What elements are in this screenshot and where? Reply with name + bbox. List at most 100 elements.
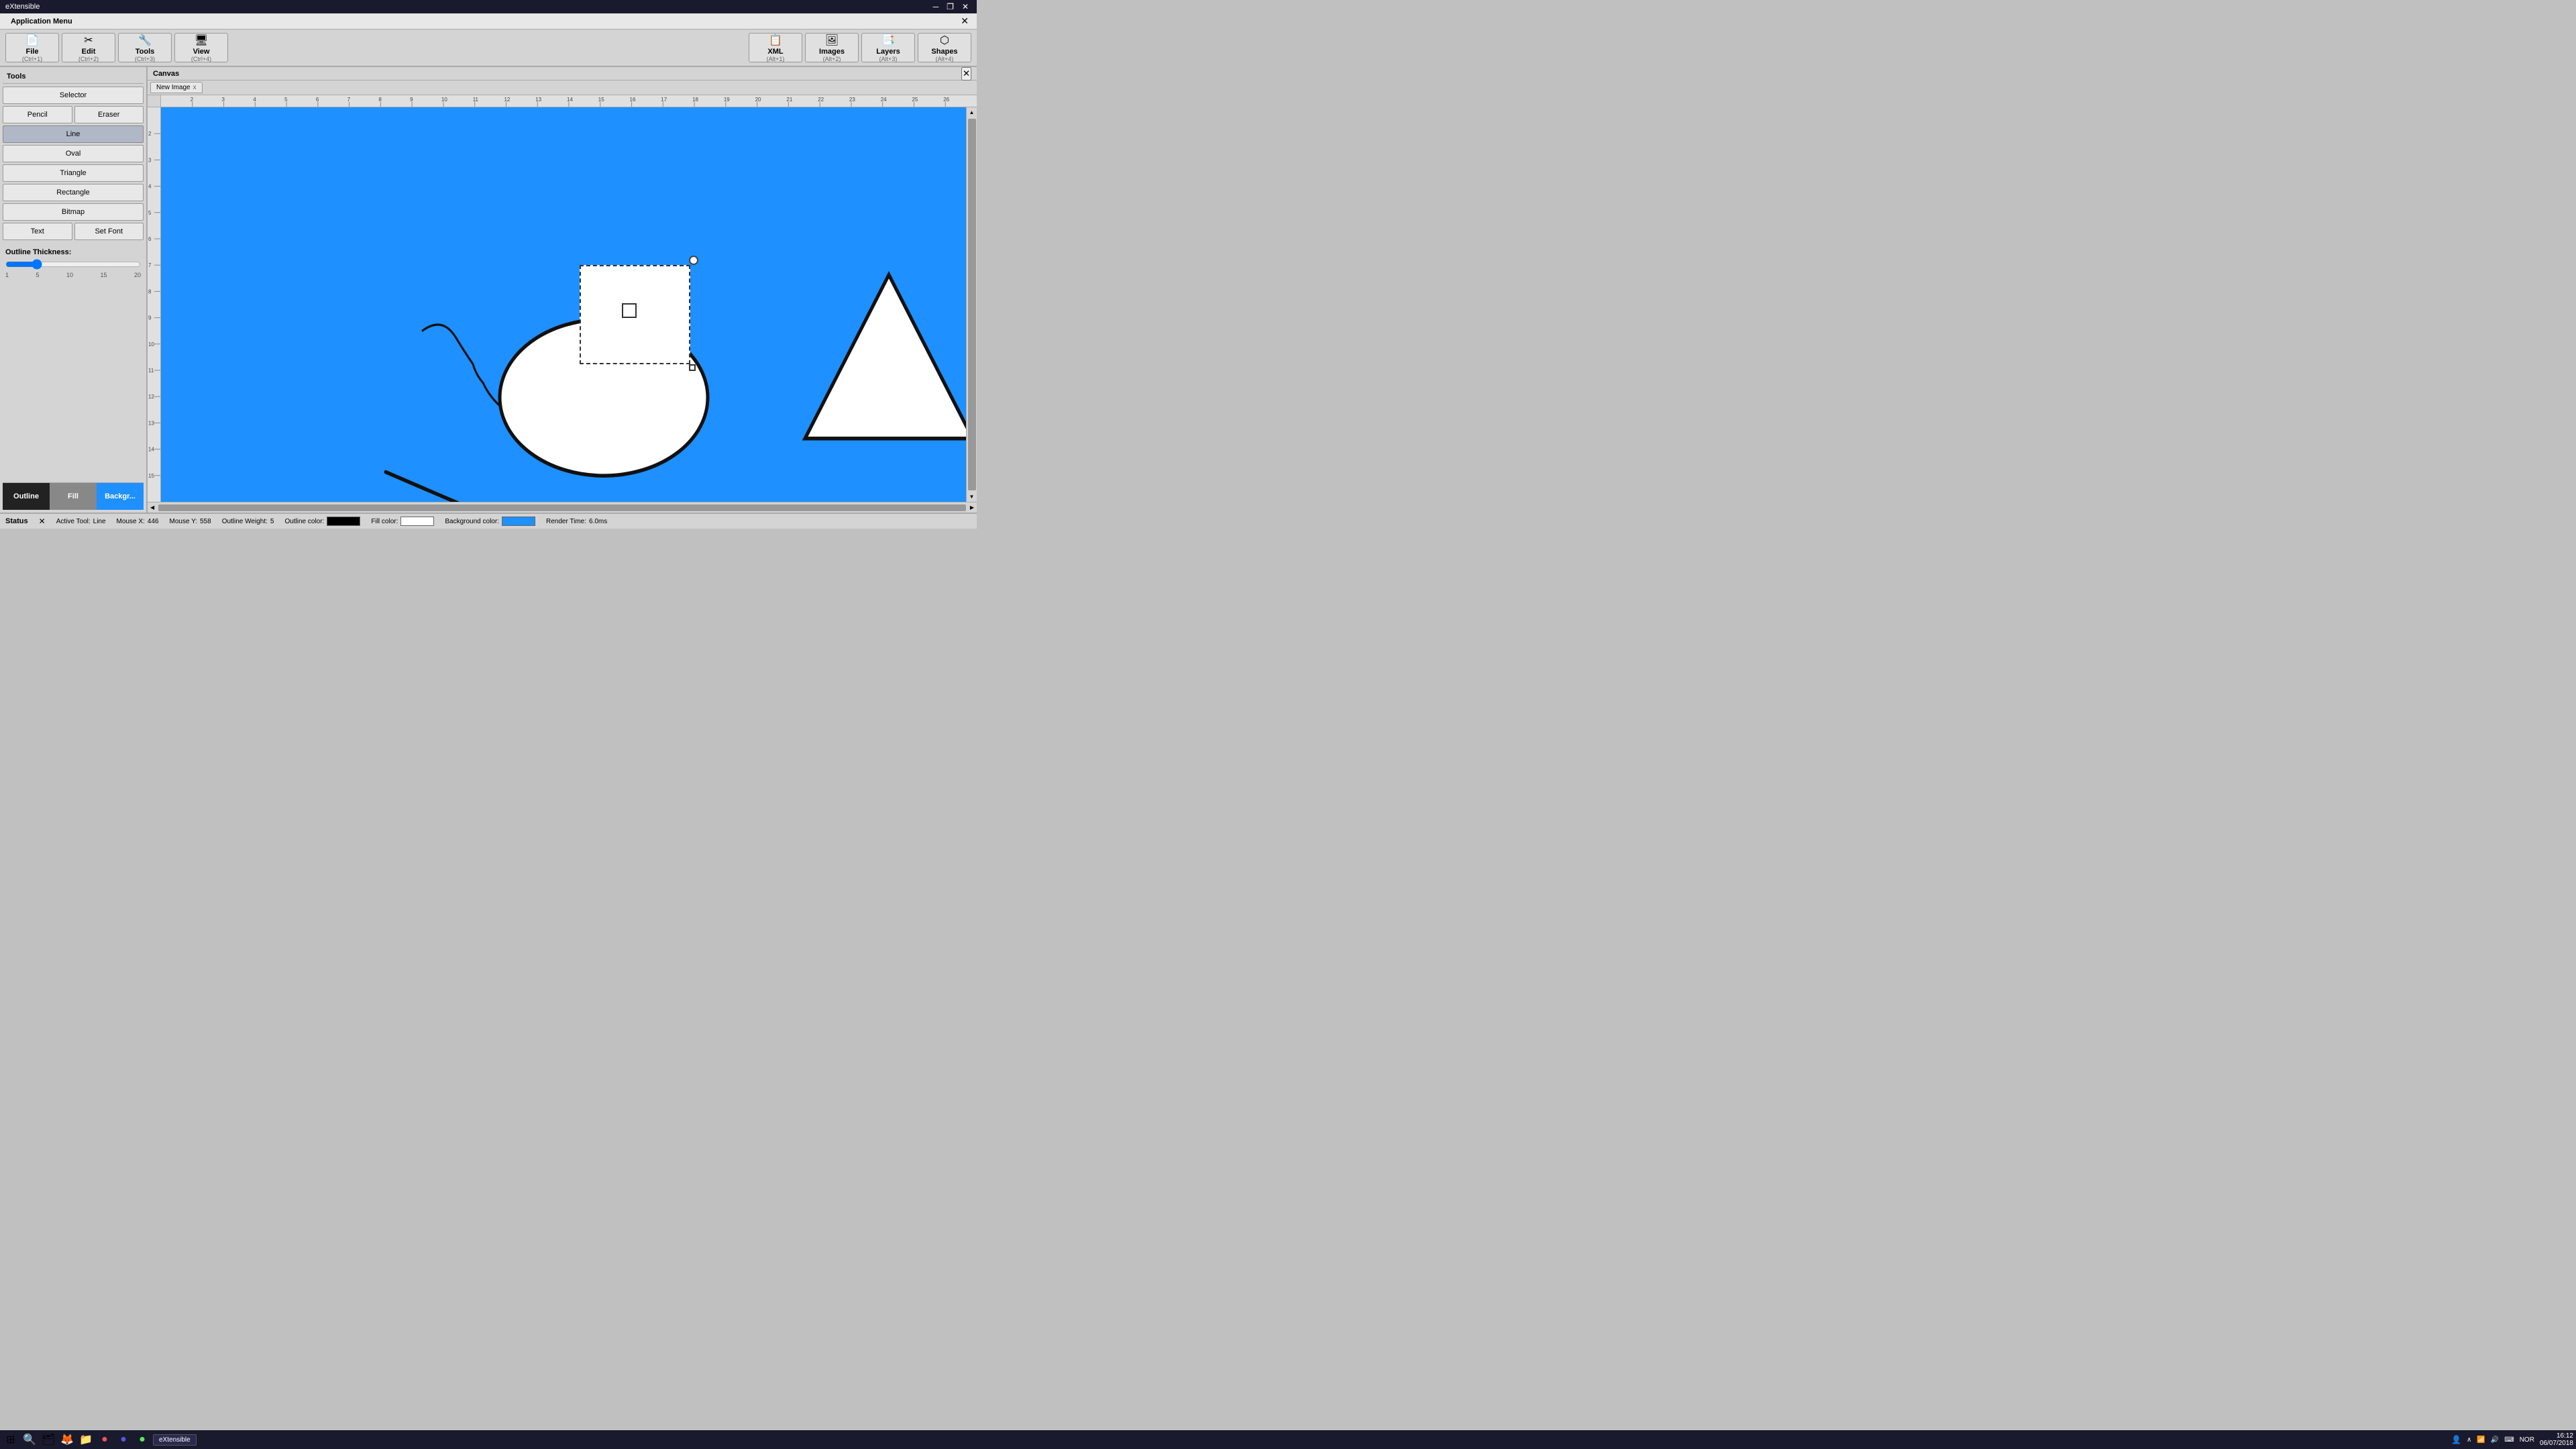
start-button[interactable]: ⊞: [3, 1432, 19, 1448]
task-view-icon[interactable]: 🗂: [40, 1432, 56, 1448]
fill-color-label: Fill color:: [371, 518, 398, 525]
svg-text:4: 4: [253, 97, 256, 103]
shapes-button[interactable]: ⬡ Shapes (Alt+4): [918, 33, 971, 62]
outline-thickness-slider[interactable]: [5, 259, 141, 270]
outline-color-item: Outline color:: [284, 517, 360, 526]
svg-text:4: 4: [148, 184, 152, 190]
svg-text:10: 10: [148, 341, 154, 347]
file-label: File: [26, 48, 39, 56]
canvas-viewport[interactable]: Hallelujah: [161, 107, 966, 502]
bg-color-label: Background color:: [445, 518, 499, 525]
right-scrollbar[interactable]: ▲ ▼: [966, 107, 977, 502]
outline-color-label: Outline color:: [284, 518, 324, 525]
scroll-up-arrow[interactable]: ▲: [967, 107, 977, 117]
menu-left: Application Menu: [5, 16, 78, 27]
scroll-down-arrow[interactable]: ▼: [967, 492, 977, 502]
firefox-icon[interactable]: 🦊: [59, 1432, 75, 1448]
app-icon-red[interactable]: ●: [97, 1432, 113, 1448]
bg-color-swatch: [502, 517, 535, 526]
svg-text:16: 16: [630, 97, 636, 103]
taskbar-right: 👤 ∧ 📶 🔊 ⌨ NOR 16:12 06/07/2018: [2451, 1432, 2573, 1447]
edit-shortcut: (Ctrl+2): [78, 56, 99, 62]
bg-color-item: Background color:: [445, 517, 535, 526]
canvas-area: Canvas ✕ New Image x 2345678910111213141…: [148, 67, 977, 513]
extensible-taskbar-app[interactable]: eXtensible: [153, 1434, 197, 1446]
oval-tool[interactable]: Oval: [3, 145, 144, 162]
taskbar-clock[interactable]: 16:12 06/07/2018: [2540, 1432, 2573, 1447]
layers-button[interactable]: 📑 Layers (Alt+3): [861, 33, 915, 62]
svg-text:12: 12: [504, 97, 510, 103]
edit-icon: ✂: [84, 34, 93, 47]
text-tool[interactable]: Text: [3, 223, 72, 240]
tools-button[interactable]: 🔧 Tools (Ctrl+3): [118, 33, 172, 62]
close-button[interactable]: ✕: [959, 2, 971, 11]
svg-text:18: 18: [692, 97, 698, 103]
canvas-close-button[interactable]: ✕: [961, 67, 971, 80]
scroll-thumb-vertical[interactable]: [968, 119, 976, 490]
edit-button[interactable]: ✂ Edit (Ctrl+2): [62, 33, 115, 62]
triangle-tool[interactable]: Triangle: [3, 164, 144, 182]
statusbar: Status ✕ Active Tool: Line Mouse X: 446 …: [0, 513, 977, 529]
outline-color-button[interactable]: Outline: [3, 483, 50, 510]
selection-inner-rect: [622, 303, 637, 318]
canvas-tab-area: New Image x: [148, 80, 977, 95]
tools-shortcut: (Ctrl+3): [135, 56, 155, 62]
titlebar: eXtensible ─ ❐ ✕: [0, 0, 977, 13]
background-color-button[interactable]: Backgr...: [97, 483, 144, 510]
svg-text:10: 10: [441, 97, 447, 103]
taskbar-chevron-icon[interactable]: ∧: [2467, 1436, 2471, 1444]
menubar-close-button[interactable]: ✕: [958, 15, 971, 27]
layers-label: Layers: [876, 48, 900, 56]
fill-color-button[interactable]: Fill: [50, 483, 97, 510]
svg-text:15: 15: [148, 473, 154, 479]
scroll-left-arrow[interactable]: ◀: [148, 503, 157, 512]
file-manager-icon[interactable]: 📁: [78, 1432, 94, 1448]
canvas-tab-new-image[interactable]: New Image x: [150, 82, 203, 93]
search-taskbar-icon[interactable]: 🔍: [21, 1432, 38, 1448]
svg-text:12: 12: [148, 394, 154, 400]
fill-color-swatch: [400, 517, 434, 526]
restore-button[interactable]: ❐: [944, 2, 957, 11]
left-ruler: 23456789101112131415: [148, 107, 161, 502]
rectangle-tool[interactable]: Rectangle: [3, 184, 144, 201]
taskbar-language: NOR: [2520, 1436, 2534, 1444]
minimize-button[interactable]: ─: [930, 2, 942, 11]
line-tool[interactable]: Line: [3, 125, 144, 143]
scroll-right-arrow[interactable]: ▶: [967, 503, 977, 512]
canvas-header: Canvas ✕: [148, 67, 977, 80]
outline-thickness-label: Outline Thickness:: [5, 248, 71, 256]
images-button[interactable]: 🖼 Images (Alt+2): [805, 33, 859, 62]
eraser-tool[interactable]: Eraser: [74, 106, 144, 123]
set-font-tool[interactable]: Set Font: [74, 223, 144, 240]
app-icon-blue[interactable]: ●: [115, 1432, 131, 1448]
toolbar: 📄 File (Ctrl+1) ✂ Edit (Ctrl+2) 🔧 Tools …: [0, 30, 977, 67]
scroll-thumb-horizontal[interactable]: [158, 504, 966, 511]
svg-text:14: 14: [148, 447, 154, 453]
horizontal-scrollbar[interactable]: ◀ ▶: [148, 502, 977, 513]
app-menu-label[interactable]: Application Menu: [5, 16, 78, 27]
tools-grid: Selector Pencil Eraser Line Oval Triangl…: [3, 87, 144, 240]
canvas-tab-close[interactable]: x: [193, 84, 197, 91]
xml-button[interactable]: 📋 XML (Alt+1): [749, 33, 802, 62]
pencil-tool[interactable]: Pencil: [3, 106, 72, 123]
svg-text:13: 13: [535, 97, 541, 103]
taskbar-volume-icon: 🔊: [2491, 1436, 2499, 1444]
status-close-button[interactable]: ✕: [39, 517, 46, 526]
images-shortcut: (Alt+2): [823, 56, 841, 62]
selection-resize-handle[interactable]: [689, 364, 696, 371]
svg-text:6: 6: [148, 236, 152, 242]
file-button[interactable]: 📄 File (Ctrl+1): [5, 33, 59, 62]
svg-text:15: 15: [598, 97, 604, 103]
drawing-canvas[interactable]: Hallelujah: [161, 107, 966, 502]
menubar: Application Menu ✕: [0, 13, 977, 30]
app-icon-green[interactable]: ●: [134, 1432, 150, 1448]
mouse-x-item: Mouse X: 446: [117, 518, 159, 525]
taskbar-time: 16:12: [2540, 1432, 2573, 1440]
view-button[interactable]: 🖥 View (Ctrl+4): [174, 33, 228, 62]
svg-text:2: 2: [148, 131, 152, 137]
taskbar-date: 06/07/2018: [2540, 1440, 2573, 1447]
selector-tool[interactable]: Selector: [3, 87, 144, 104]
bitmap-tool[interactable]: Bitmap: [3, 203, 144, 221]
svg-text:Hallelujah: Hallelujah: [631, 500, 670, 502]
svg-text:8: 8: [148, 288, 152, 294]
